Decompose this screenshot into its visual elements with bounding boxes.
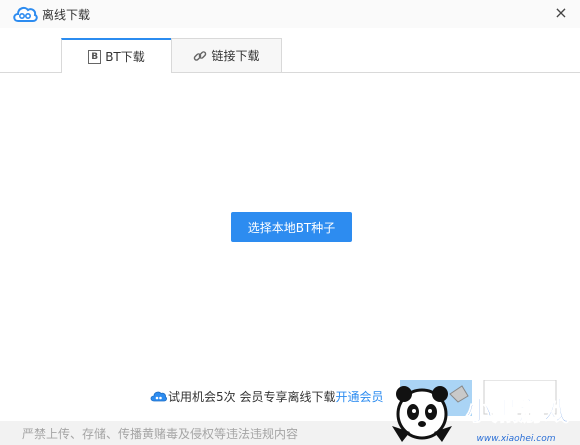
close-button[interactable]: × <box>552 4 570 22</box>
close-icon: × <box>554 3 568 22</box>
window-title: 离线下载 <box>42 8 91 22</box>
tab-bar: B BT下载 链接下载 <box>0 38 580 73</box>
choose-local-bt-seed-button[interactable]: 选择本地BT种子 <box>231 212 352 242</box>
tab-link-download[interactable]: 链接下载 <box>171 38 282 72</box>
baidu-cloud-logo-icon <box>13 6 38 22</box>
xiaohei-watermark-logo: 小黑游戏 www.xiaohei.com <box>392 380 571 444</box>
trial-text: 试用机会5次 会员专享离线下载 <box>168 389 336 404</box>
title-bar: 离线下载 × <box>0 0 580 28</box>
legal-notice: 严禁上传、存储、传播黄赌毒及侵权等违法违规内容 <box>22 427 299 441</box>
tab-bt-download[interactable]: B BT下载 <box>61 38 172 73</box>
link-chain-icon <box>194 50 207 61</box>
open-vip-link[interactable]: 开通会员 <box>335 388 383 405</box>
watermark-url-text: www.xiaohei.com <box>476 434 555 444</box>
cloud-vip-icon <box>150 391 167 402</box>
bt-icon: B <box>88 49 102 64</box>
tab-bt-download-label: BT下载 <box>105 50 145 64</box>
watermark-brand-text: 小黑游戏 <box>466 397 570 427</box>
trial-info: 试用机会5次 会员专享离线下载 开通会员 <box>150 388 383 404</box>
tab-link-download-label: 链接下载 <box>211 49 260 63</box>
